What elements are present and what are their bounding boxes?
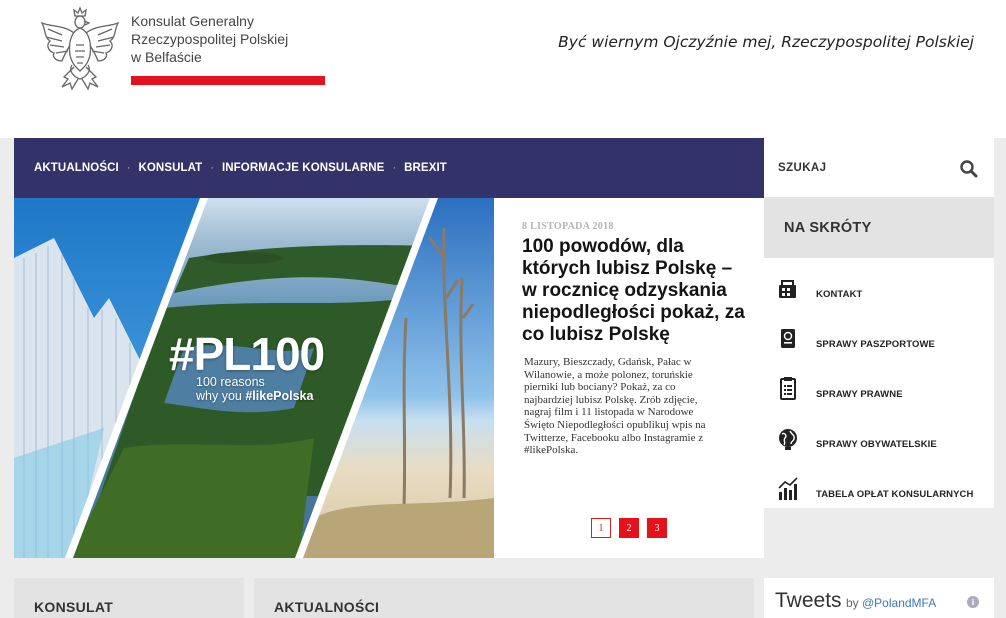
tweets-handle-link[interactable]: @PolandMFA	[862, 596, 936, 610]
nav-item-informacje-konsularne[interactable]: INFORMACJE KONSULARNE	[222, 162, 384, 174]
quick-links-header: NA SKRÓTY	[764, 198, 994, 258]
konsulat-panel-title: KONSULAT	[34, 599, 114, 615]
aktualnosci-panel-title: AKTUALNOŚCI	[274, 599, 380, 615]
quick-link-label: TABELA OPŁAT KONSULARNYCH	[816, 489, 974, 500]
search-box	[764, 138, 994, 198]
hero-hashtag: #PL100	[169, 328, 325, 380]
featured-article: 8 LISTOPADA 2018 100 powodów, dla któryc…	[494, 198, 764, 558]
nav-item-aktualnosci[interactable]: AKTUALNOŚCI	[34, 162, 119, 174]
konsulat-panel: KONSULAT	[14, 578, 244, 618]
search-input[interactable]	[778, 156, 948, 180]
quick-link-sprawy-obywatelskie[interactable]: SPRAWY OBYWATELSKIE	[764, 414, 994, 464]
quick-link-label: KONTAKT	[816, 289, 863, 300]
nav-item-konsulat[interactable]: KONSULAT	[138, 162, 202, 174]
brand-red-bar	[131, 76, 325, 85]
brand-line-1: Konsulat Generalny	[131, 13, 254, 29]
main-nav: AKTUALNOŚCI · KONSULAT · INFORMACJE KONS…	[14, 138, 764, 198]
globe-icon	[779, 429, 797, 450]
info-icon[interactable]: i	[967, 596, 979, 608]
quick-link-kontakt[interactable]: KONTAKT	[764, 264, 994, 314]
nav-item-brexit[interactable]: BREXIT	[404, 162, 447, 174]
hero-sub-hashtag: #likePolska	[245, 389, 314, 403]
slider-pagination: 1 2 3	[591, 518, 667, 538]
tweets-title: Tweets	[775, 589, 842, 612]
tweets-by: by	[846, 596, 859, 610]
aktualnosci-panel: AKTUALNOŚCI	[254, 578, 754, 618]
hero-slide-image[interactable]: #PL100 100 reasons why you #likePolska	[14, 198, 494, 558]
document-icon	[780, 377, 796, 400]
brand-line-3: w Belfaście	[131, 49, 202, 65]
hero-sub-line-2: why you #likePolska	[196, 389, 313, 403]
nav-separator: ·	[210, 162, 214, 174]
slider-page-1[interactable]: 1	[591, 518, 611, 538]
hero-subtitle: 100 reasons why you #likePolska	[196, 375, 313, 403]
site-header: Konsulat Generalny Rzeczypospolitej Pols…	[0, 0, 1006, 138]
polish-eagle-emblem-icon[interactable]	[38, 5, 122, 93]
chart-icon	[778, 477, 798, 500]
nav-separator: ·	[392, 162, 397, 174]
quick-links-title: NA SKRÓTY	[784, 220, 872, 236]
twitter-widget: Tweets by @PolandMFA i	[764, 578, 994, 618]
nav-separator: ·	[126, 162, 131, 174]
quick-link-label: SPRAWY OBYWATELSKIE	[816, 439, 937, 450]
article-title[interactable]: 100 powodów, dla których lubisz Polskę –…	[522, 236, 752, 346]
quick-link-sprawy-prawne[interactable]: SPRAWY PRAWNE	[764, 364, 994, 414]
quick-link-label: SPRAWY PASZPORTOWE	[816, 339, 935, 350]
slider-page-2[interactable]: 2	[619, 518, 639, 538]
hero-sub-prefix: why you	[196, 389, 246, 403]
article-date: 8 LISTOPADA 2018	[522, 221, 614, 232]
article-body: Mazury, Bieszczady, Gdańsk, Pałac w Wila…	[524, 356, 706, 457]
quick-link-tabela-oplat[interactable]: TABELA OPŁAT KONSULARNYCH	[764, 464, 994, 514]
quick-link-sprawy-paszportowe[interactable]: SPRAWY PASZPORTOWE	[764, 314, 994, 364]
contact-icon	[779, 280, 796, 298]
hero-sub-line-1: 100 reasons	[196, 375, 265, 389]
quick-links-panel: NA SKRÓTY KONTAKT SPRAWY PASZPORTOWE SPR…	[764, 198, 994, 508]
consulate-name[interactable]: Konsulat Generalny Rzeczypospolitej Pols…	[131, 12, 288, 66]
motto: Być wiernym Ojczyźnie mej, Rzeczypospoli…	[558, 33, 974, 51]
quick-link-label: SPRAWY PRAWNE	[816, 389, 903, 400]
brand-line-2: Rzeczypospolitej Polskiej	[131, 31, 289, 47]
slider-page-3[interactable]: 3	[647, 518, 667, 538]
passport-icon	[781, 329, 795, 348]
search-icon[interactable]	[958, 158, 980, 180]
